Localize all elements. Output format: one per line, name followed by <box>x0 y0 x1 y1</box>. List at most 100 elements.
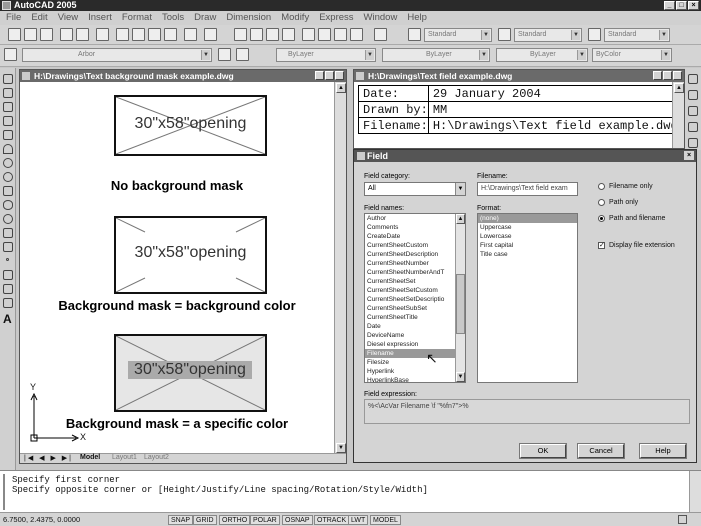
field-names-scrollbar[interactable]: ▲ ▼ <box>455 214 465 382</box>
command-line[interactable]: Specify first corner Specify opposite co… <box>0 470 701 512</box>
make-block-icon[interactable] <box>3 242 13 252</box>
lineweight-select[interactable]: ByLayer ▼ <box>496 48 588 62</box>
mtext-icon[interactable]: A <box>3 312 12 326</box>
otrack-toggle[interactable]: OTRACK <box>314 515 350 525</box>
array-icon[interactable] <box>688 138 698 148</box>
rectangle-icon[interactable] <box>3 130 13 140</box>
field-name-item[interactable]: CurrentSheetSubSet <box>365 304 465 313</box>
polygon-icon[interactable] <box>3 116 13 126</box>
osnap-toggle[interactable]: OSNAP <box>282 515 313 525</box>
mirror-icon[interactable] <box>688 106 698 116</box>
cancel-button[interactable]: Cancel <box>577 443 625 459</box>
table-style-select[interactable]: Standard ▼ <box>604 28 670 42</box>
layer-manager-icon[interactable] <box>4 48 17 61</box>
open-icon[interactable] <box>24 28 37 41</box>
region-icon[interactable] <box>3 284 13 294</box>
field-name-item[interactable]: Date <box>365 322 465 331</box>
radio-path-only[interactable]: Path only <box>598 199 638 206</box>
tab-model[interactable]: Model <box>80 454 100 461</box>
menu-dimension[interactable]: Dimension <box>226 11 271 25</box>
copy-icon[interactable] <box>132 28 145 41</box>
menu-express[interactable]: Express <box>319 11 353 25</box>
insert-block-icon[interactable] <box>3 228 13 238</box>
new-icon[interactable] <box>8 28 21 41</box>
lwt-toggle[interactable]: LWT <box>348 515 369 525</box>
tab-layout1[interactable]: Layout1 <box>112 454 137 461</box>
scroll-down-arrow[interactable]: ▼ <box>336 443 346 453</box>
menu-window[interactable]: Window <box>364 11 398 25</box>
line-icon[interactable] <box>3 74 13 84</box>
help-button[interactable]: Help <box>639 443 687 459</box>
zoom-realtime-icon[interactable] <box>250 28 263 41</box>
field-name-item[interactable]: CreateDate <box>365 232 465 241</box>
field-name-item[interactable]: Hyperlink <box>365 367 465 376</box>
text-style-select[interactable]: Standard ▼ <box>424 28 492 42</box>
table-icon[interactable] <box>3 298 13 308</box>
scroll-up-arrow[interactable]: ▲ <box>674 83 684 93</box>
spell-icon[interactable] <box>96 28 109 41</box>
redo-icon[interactable] <box>204 28 217 41</box>
undo-icon[interactable] <box>184 28 197 41</box>
pan-icon[interactable] <box>234 28 247 41</box>
field-names-list[interactable]: Author Comments CreateDate CurrentSheetCust… <box>364 213 466 383</box>
doc-close-button[interactable] <box>335 71 344 80</box>
dialog-close-button[interactable]: × <box>684 151 694 160</box>
field-name-item[interactable]: CurrentSheetTitle <box>365 313 465 322</box>
linetype-select[interactable]: ByLayer ▼ <box>382 48 490 62</box>
doc-maximize-button[interactable] <box>325 71 334 80</box>
field-name-item[interactable]: CurrentSheetNumberAndT <box>365 268 465 277</box>
sheetset-icon[interactable] <box>350 28 363 41</box>
zoom-previous-icon[interactable] <box>282 28 295 41</box>
doc-maximize-button[interactable] <box>663 71 672 80</box>
format-item[interactable]: Uppercase <box>478 223 577 232</box>
field-name-item[interactable]: CurrentSheetSet <box>365 277 465 286</box>
matchprop-icon[interactable] <box>164 28 177 41</box>
arc-icon[interactable] <box>3 144 13 154</box>
menu-view[interactable]: View <box>58 11 78 25</box>
menu-modify[interactable]: Modify <box>281 11 309 25</box>
format-item[interactable]: (none) <box>478 214 577 223</box>
field-name-item[interactable]: DeviceName <box>365 331 465 340</box>
field-name-item[interactable]: Filename <box>365 349 465 358</box>
format-item[interactable]: Title case <box>478 250 577 259</box>
field-name-item[interactable]: HyperlinkBase <box>365 376 465 382</box>
zoom-window-icon[interactable] <box>266 28 279 41</box>
field-name-item[interactable]: CurrentSheetCustom <box>365 241 465 250</box>
field-name-item[interactable]: CurrentSheetSetDescriptio <box>365 295 465 304</box>
ellipse-arc-icon[interactable] <box>3 214 13 224</box>
layer-select[interactable]: Arbor ▼ <box>22 48 212 62</box>
copy-object-icon[interactable] <box>688 90 698 100</box>
hatch-icon[interactable] <box>3 270 13 280</box>
doc-minimize-button[interactable] <box>653 71 662 80</box>
field-name-item[interactable]: Filesize <box>365 358 465 367</box>
field-name-item[interactable]: Comments <box>365 223 465 232</box>
snap-toggle[interactable]: SNAP <box>168 515 194 525</box>
ortho-toggle[interactable]: ORTHO <box>219 515 251 525</box>
field-name-item[interactable]: Diesel expression <box>365 340 465 349</box>
doc-close-button[interactable] <box>673 71 682 80</box>
field-name-item[interactable]: CurrentSheetNumber <box>365 259 465 268</box>
drawing-window-field-vscroll[interactable]: ▲ <box>672 82 684 148</box>
construction-line-icon[interactable] <box>3 88 13 98</box>
drawing-window-mask-vscroll[interactable]: ▲ ▼ <box>334 82 346 454</box>
preview-icon[interactable] <box>76 28 89 41</box>
tab-nav-arrows[interactable]: |◀ ◀ ▶ ▶| <box>24 454 73 462</box>
offset-icon[interactable] <box>688 122 698 132</box>
radio-path-and-filename[interactable]: Path and filename <box>598 215 665 222</box>
drawing-window-mask[interactable]: H:\Drawings\Text background mask example… <box>19 69 347 464</box>
erase-icon[interactable] <box>688 74 698 84</box>
menu-tools[interactable]: Tools <box>162 11 184 25</box>
command-scrollbar[interactable] <box>689 471 701 512</box>
save-icon[interactable] <box>40 28 53 41</box>
tray-settings-icon[interactable] <box>678 515 687 524</box>
grid-toggle[interactable]: GRID <box>193 515 217 525</box>
make-current-icon[interactable] <box>218 48 231 61</box>
layer-previous-icon[interactable] <box>236 48 249 61</box>
spline-icon[interactable] <box>3 186 13 196</box>
designcenter-icon[interactable] <box>318 28 331 41</box>
close-button[interactable]: × <box>688 1 699 10</box>
scroll-down-arrow[interactable]: ▼ <box>456 372 465 382</box>
plotstyle-select[interactable]: ByColor ▼ <box>592 48 672 62</box>
paste-icon[interactable] <box>148 28 161 41</box>
ok-button[interactable]: OK <box>519 443 567 459</box>
